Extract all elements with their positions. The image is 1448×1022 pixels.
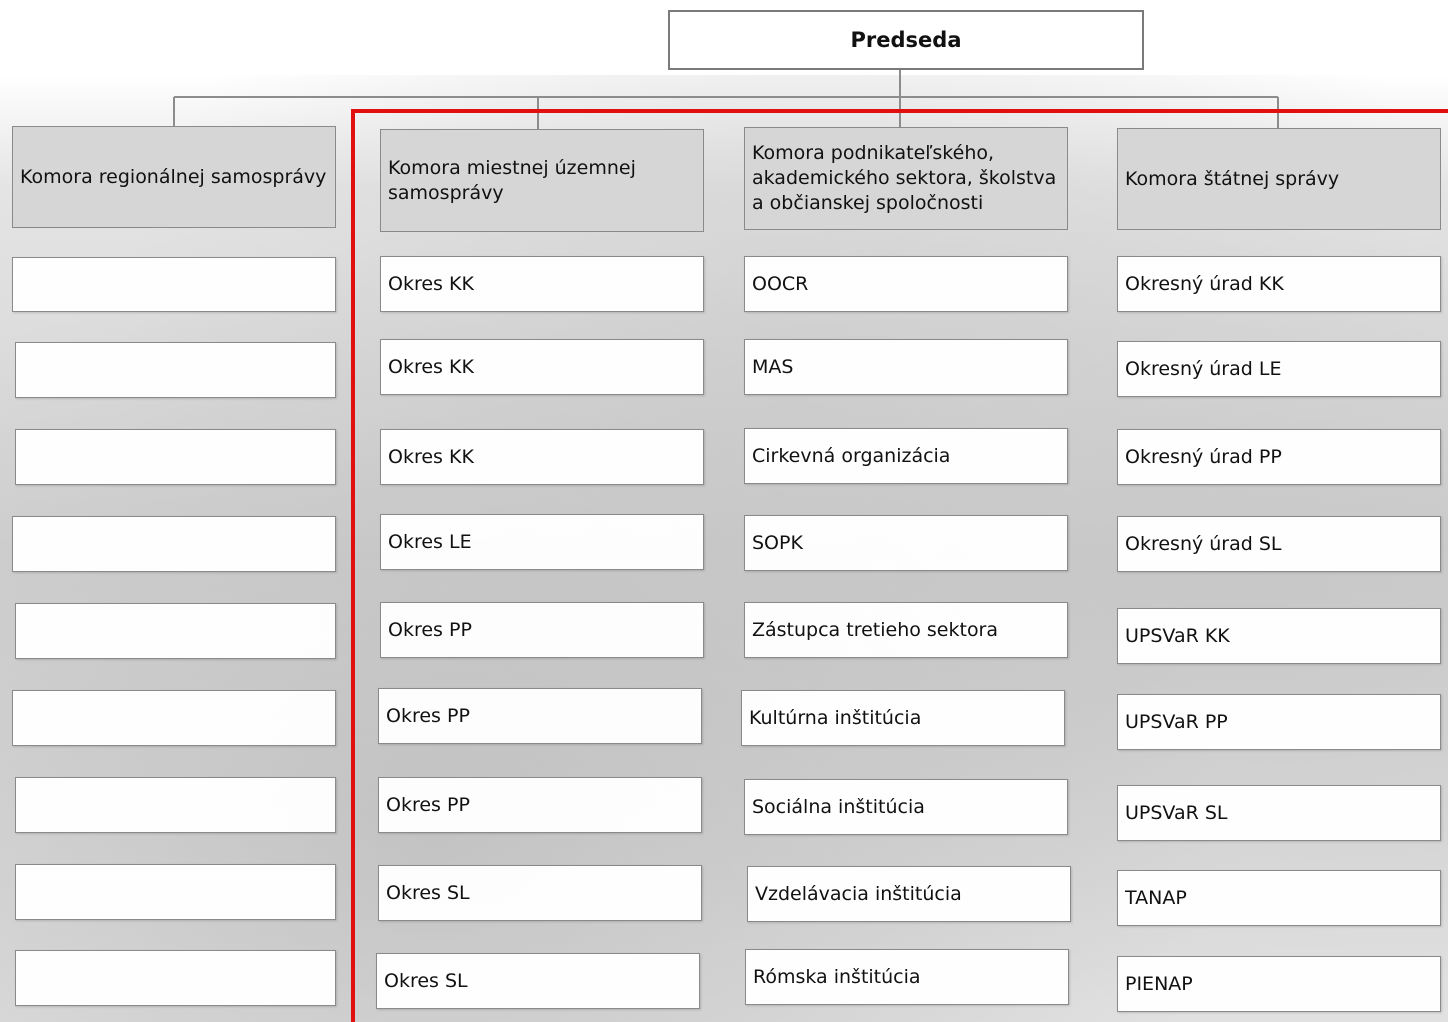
state-item: TANAP bbox=[1117, 870, 1441, 926]
local-item: Okres PP bbox=[380, 602, 704, 658]
regional-item bbox=[15, 777, 336, 833]
state-item: Okresný úrad LE bbox=[1117, 341, 1441, 397]
business-item: Kultúrna inštitúcia bbox=[741, 690, 1065, 746]
business-item: OOCR bbox=[744, 256, 1068, 312]
chamber-header-local: Komora miestnej územnej samosprávy bbox=[380, 129, 704, 232]
business-item: Zástupca tretieho sektora bbox=[744, 602, 1068, 658]
business-item: MAS bbox=[744, 339, 1068, 395]
business-item: Sociálna inštitúcia bbox=[744, 779, 1068, 835]
business-item: Cirkevná organizácia bbox=[744, 428, 1068, 484]
chamber-header-regional: Komora regionálnej samosprávy bbox=[12, 126, 336, 228]
local-item: Okres LE bbox=[380, 514, 704, 570]
business-item: Vzdelávacia inštitúcia bbox=[747, 866, 1071, 922]
state-item: Okresný úrad PP bbox=[1117, 429, 1441, 485]
business-item: Rómska inštitúcia bbox=[745, 949, 1069, 1005]
regional-item bbox=[15, 342, 336, 398]
local-item: Okres KK bbox=[380, 339, 704, 395]
chamber-header-state: Komora štátnej správy bbox=[1117, 128, 1441, 230]
regional-item bbox=[15, 950, 336, 1006]
state-item: Okresný úrad SL bbox=[1117, 516, 1441, 572]
regional-item bbox=[15, 864, 336, 920]
regional-item bbox=[15, 429, 336, 485]
state-item: UPSVaR KK bbox=[1117, 608, 1441, 664]
local-item: Okres SL bbox=[378, 865, 702, 921]
state-item: PIENAP bbox=[1117, 956, 1441, 1012]
business-item: SOPK bbox=[744, 515, 1068, 571]
local-item: Okres SL bbox=[376, 953, 700, 1009]
regional-item bbox=[12, 516, 336, 572]
regional-item bbox=[12, 690, 336, 746]
state-item: UPSVaR SL bbox=[1117, 785, 1441, 841]
local-item: Okres PP bbox=[378, 777, 702, 833]
chamber-header-business: Komora podnikateľského, akademického sek… bbox=[744, 127, 1068, 230]
regional-item bbox=[15, 603, 336, 659]
local-item: Okres KK bbox=[380, 256, 704, 312]
local-item: Okres PP bbox=[378, 688, 702, 744]
local-item: Okres KK bbox=[380, 429, 704, 485]
chairman-box: Predseda bbox=[668, 10, 1144, 70]
state-item: Okresný úrad KK bbox=[1117, 256, 1441, 312]
regional-item bbox=[12, 257, 336, 312]
state-item: UPSVaR PP bbox=[1117, 694, 1441, 750]
